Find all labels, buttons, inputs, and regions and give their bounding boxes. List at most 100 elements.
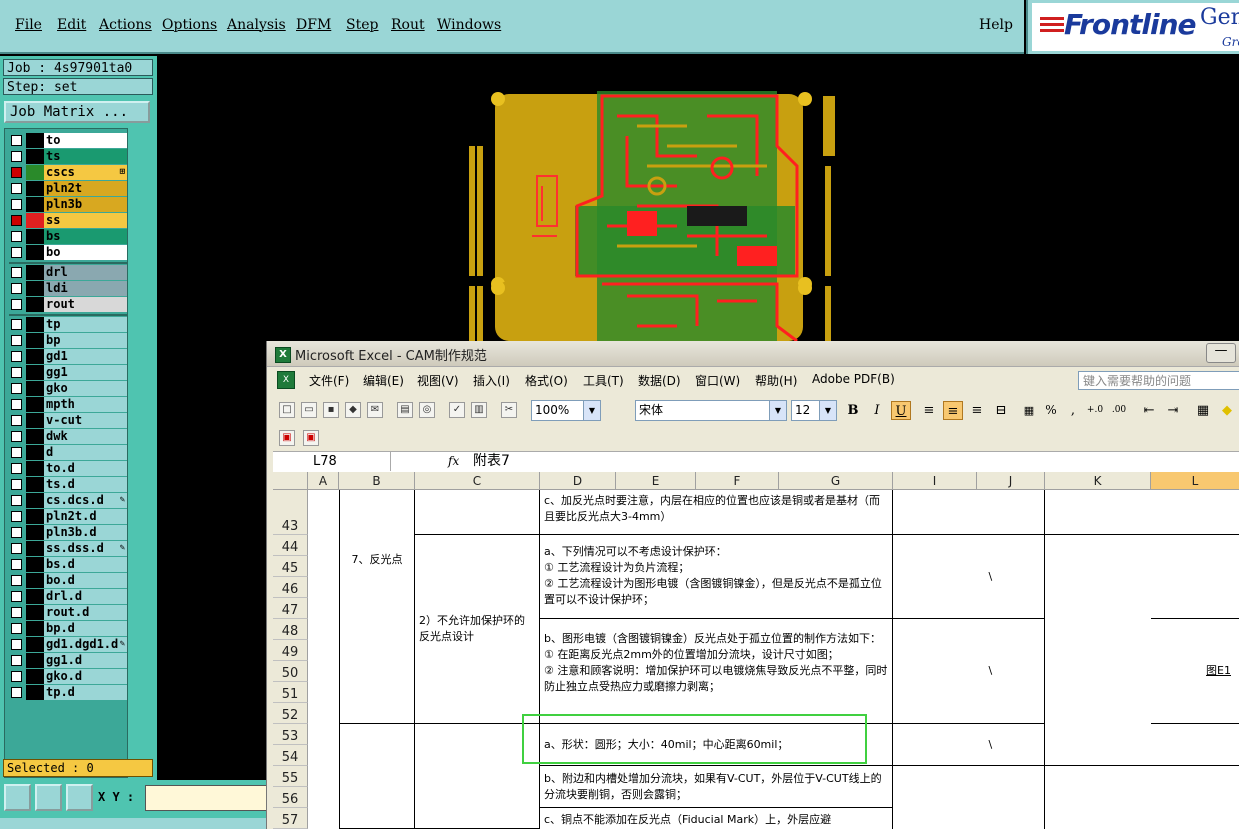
- cell-c43[interactable]: [415, 490, 540, 535]
- layer-name[interactable]: gd1.dgd1.d ✎: [44, 637, 127, 652]
- layer-color-swatch[interactable]: [26, 477, 44, 492]
- layer-checkbox[interactable]: [11, 591, 22, 602]
- email-icon[interactable]: ✉: [367, 402, 383, 418]
- row-header-57[interactable]: 57: [273, 808, 308, 829]
- layer-name[interactable]: drl.d: [44, 589, 127, 604]
- layer-color-swatch[interactable]: [26, 557, 44, 572]
- cell-b53[interactable]: [339, 724, 415, 829]
- layer-row-bo-d[interactable]: bo.d: [9, 573, 127, 588]
- layer-checkbox[interactable]: [11, 247, 22, 258]
- layer-row-mpth[interactable]: mpth: [9, 397, 127, 412]
- layer-row-bo[interactable]: bo: [9, 245, 127, 260]
- xl-menu-view[interactable]: 视图(V): [417, 372, 459, 389]
- xl-menu-help[interactable]: 帮助(H): [755, 372, 797, 389]
- row-header-48[interactable]: 48: [273, 619, 308, 640]
- layer-name[interactable]: mpth: [44, 397, 127, 412]
- layer-color-swatch[interactable]: [26, 197, 44, 212]
- cell-b45[interactable]: 7、反光点: [339, 490, 415, 724]
- cell-l48[interactable]: 图E1: [1151, 619, 1239, 724]
- layer-color-swatch[interactable]: [26, 653, 44, 668]
- layer-checkbox[interactable]: [11, 655, 22, 666]
- cell-i44[interactable]: \ \: [893, 535, 1045, 619]
- new-icon[interactable]: □: [279, 402, 295, 418]
- layer-checkbox[interactable]: [11, 415, 22, 426]
- menu-file[interactable]: File: [15, 17, 42, 33]
- layer-color-swatch[interactable]: [26, 133, 44, 148]
- layer-checkbox[interactable]: [11, 367, 22, 378]
- layer-color-swatch[interactable]: [26, 213, 44, 228]
- layer-checkbox[interactable]: [11, 351, 22, 362]
- layer-checkbox[interactable]: [11, 267, 22, 278]
- layer-name[interactable]: pln2t: [44, 181, 127, 196]
- layer-checkbox[interactable]: [11, 543, 22, 554]
- layer-row-gg1[interactable]: gg1: [9, 365, 127, 380]
- menu-step[interactable]: Step: [346, 17, 378, 33]
- layer-name[interactable]: gg1.d: [44, 653, 127, 668]
- fx-icon[interactable]: fx: [448, 452, 459, 471]
- layer-checkbox[interactable]: [11, 687, 22, 698]
- layer-name[interactable]: v-cut: [44, 413, 127, 428]
- xl-menu-file[interactable]: 文件(F): [309, 372, 349, 389]
- layer-row-ss-d[interactable]: ss.dss.d ✎: [9, 541, 127, 556]
- layer-row-ldi[interactable]: ldi: [9, 281, 127, 296]
- layer-color-swatch[interactable]: [26, 509, 44, 524]
- layer-name[interactable]: bp.d: [44, 621, 127, 636]
- layer-checkbox[interactable]: [11, 623, 22, 634]
- layer-row-ss[interactable]: ss: [9, 213, 127, 228]
- layer-color-swatch[interactable]: [26, 265, 44, 280]
- layer-row-pln2t[interactable]: pln2t: [9, 181, 127, 196]
- xl-menu-data[interactable]: 数据(D): [638, 372, 681, 389]
- layer-color-swatch[interactable]: [26, 445, 44, 460]
- col-header-l[interactable]: L: [1151, 472, 1239, 490]
- layer-name[interactable]: ss.dss.d ✎: [44, 541, 127, 556]
- layer-row-gg1-d[interactable]: gg1.d: [9, 653, 127, 668]
- layer-checkbox[interactable]: [11, 431, 22, 442]
- pcb-canvas[interactable]: [157, 56, 1239, 341]
- layer-color-swatch[interactable]: [26, 397, 44, 412]
- col-header-g[interactable]: G: [779, 472, 893, 490]
- cell-i48[interactable]: \ \: [893, 619, 1045, 724]
- align-center-icon[interactable]: ≡: [943, 401, 963, 420]
- cell-l44[interactable]: [1151, 535, 1239, 619]
- layer-color-swatch[interactable]: [26, 541, 44, 556]
- layer-row-cs[interactable]: cscs ⊞: [9, 165, 127, 180]
- layer-checkbox[interactable]: [11, 671, 22, 682]
- layer-row-bp[interactable]: bp: [9, 333, 127, 348]
- underline-button[interactable]: U: [891, 401, 911, 420]
- font-select[interactable]: 宋体 ▼: [635, 400, 787, 421]
- layer-checkbox[interactable]: [11, 199, 22, 210]
- layer-row-bp-d[interactable]: bp.d: [9, 621, 127, 636]
- align-right-icon[interactable]: ≡: [967, 401, 987, 420]
- cell-c48[interactable]: 2）不允许加保护环的反光点设计: [415, 535, 540, 724]
- layer-name[interactable]: bp: [44, 333, 127, 348]
- layer-checkbox[interactable]: [11, 383, 22, 394]
- bold-button[interactable]: B: [843, 401, 863, 420]
- layer-color-swatch[interactable]: [26, 281, 44, 296]
- layer-checkbox[interactable]: [11, 283, 22, 294]
- workbook-icon[interactable]: X: [277, 371, 295, 389]
- layer-color-swatch[interactable]: [26, 365, 44, 380]
- xl-menu-window[interactable]: 窗口(W): [695, 372, 740, 389]
- layer-name[interactable]: ts.d: [44, 477, 127, 492]
- layer-name[interactable]: rout: [44, 297, 127, 312]
- layer-color-swatch[interactable]: [26, 573, 44, 588]
- spelling-icon[interactable]: ✓: [449, 402, 465, 418]
- layer-name[interactable]: gd1: [44, 349, 127, 364]
- menu-help[interactable]: Help: [979, 17, 1013, 33]
- grid-icon[interactable]: [66, 784, 93, 811]
- xl-menu-adobe[interactable]: Adobe PDF(B): [812, 372, 895, 386]
- pdf-email-icon[interactable]: ▣: [303, 430, 319, 446]
- layer-name[interactable]: to.d: [44, 461, 127, 476]
- layer-checkbox[interactable]: [11, 231, 22, 242]
- row-header-46[interactable]: 46: [273, 577, 308, 598]
- xl-menu-insert[interactable]: 插入(I): [473, 372, 510, 389]
- layer-row-pln3b[interactable]: pln3b: [9, 197, 127, 212]
- row-header-50[interactable]: 50: [273, 661, 308, 682]
- layer-checkbox[interactable]: [11, 511, 22, 522]
- layer-color-swatch[interactable]: [26, 149, 44, 164]
- menu-windows[interactable]: Windows: [437, 17, 501, 33]
- pdf-convert-icon[interactable]: ▣: [279, 430, 295, 446]
- align-left-icon[interactable]: ≡: [919, 401, 939, 420]
- currency-icon[interactable]: ▦: [1019, 401, 1039, 420]
- layer-color-swatch[interactable]: [26, 165, 44, 180]
